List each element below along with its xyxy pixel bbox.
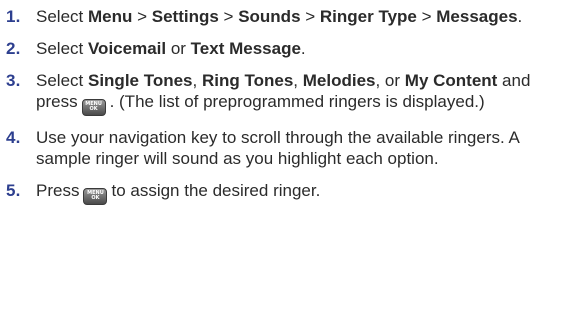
option-ring-tones: Ring Tones — [201, 71, 294, 90]
step-text: Use your navigation key to scroll throug… — [36, 127, 564, 169]
step-number: 2. — [6, 39, 21, 58]
menu-ok-key-icon: MENU OK — [83, 188, 108, 205]
option-text-message: Text Message — [190, 39, 301, 58]
step-text-run: Use your navigation key to scroll throug… — [36, 128, 519, 168]
step-text: Select Menu > Settings > Sounds > Ringer… — [36, 6, 564, 27]
step-text-run: > — [132, 7, 152, 26]
step-number: 5. — [6, 181, 21, 200]
step-text-run: or — [166, 39, 191, 58]
step-text-run: Press — [36, 181, 80, 200]
menu-ok-key-icon: MENU OK — [81, 99, 106, 116]
steps-list: 1. Select Menu > Settings > Sounds > Rin… — [6, 6, 567, 205]
step-text-run: , or — [375, 71, 405, 90]
step-text-run: , — [192, 71, 202, 90]
option-my-content: My Content — [404, 71, 498, 90]
key-label-ok: OK — [91, 195, 100, 201]
step-text-run: , — [293, 71, 303, 90]
step-text-run: Select — [36, 39, 88, 58]
menu-path-menu: Menu — [87, 7, 133, 26]
instructions-page: 1. Select Menu > Settings > Sounds > Rin… — [0, 0, 575, 311]
step-text-run: . — [517, 7, 523, 26]
step-text-run: > — [218, 7, 239, 26]
option-melodies: Melodies — [302, 71, 376, 90]
step-text-run: to assign the desired ringer. — [111, 181, 321, 200]
step-item: 5. Press MENU OK to assign the desired ring… — [6, 180, 567, 205]
step-text-run: > — [300, 7, 320, 26]
step-item: 1. Select Menu > Settings > Sounds > Rin… — [6, 6, 567, 27]
menu-path-messages: Messages — [436, 7, 518, 26]
step-item: 4. Use your navigation key to scroll thr… — [6, 127, 567, 169]
step-number: 1. — [6, 7, 21, 26]
option-single-tones: Single Tones — [87, 71, 193, 90]
option-voicemail: Voicemail — [87, 39, 167, 58]
menu-path-ringer-type: Ringer Type — [319, 7, 417, 26]
step-text: Select Single Tones, Ring Tones, Melodie… — [36, 70, 564, 116]
step-text: Select Voicemail or Text Message. — [36, 38, 564, 59]
step-text: Press MENU OK to assign the desired ringer. — [36, 180, 564, 205]
step-number: 4. — [6, 128, 21, 147]
step-text-run: > — [416, 7, 437, 26]
step-text-run: Select — [36, 7, 88, 26]
step-text-run: . (The list of preprogrammed ringers is … — [109, 92, 485, 111]
step-text-run: . — [300, 39, 306, 58]
step-number: 3. — [6, 71, 21, 90]
step-item: 3. Select Single Tones, Ring Tones, Melo… — [6, 70, 567, 116]
step-text-run: Select — [36, 71, 88, 90]
menu-path-sounds: Sounds — [238, 7, 301, 26]
key-label-ok: OK — [89, 106, 98, 112]
menu-path-settings: Settings — [151, 7, 219, 26]
step-item: 2. Select Voicemail or Text Message. — [6, 38, 567, 59]
